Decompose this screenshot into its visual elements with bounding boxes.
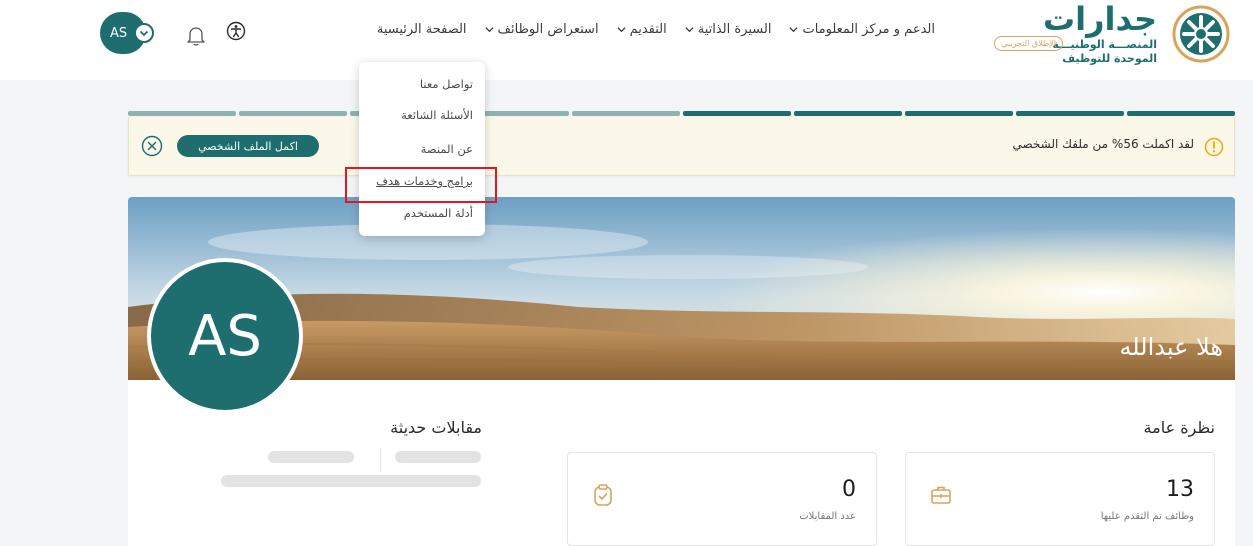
stat-card-applied-jobs[interactable]: 13 وظائف تم التقدم عليها (905, 452, 1215, 546)
logo-subtitle-line2: الموحدة للتوظيف (1062, 52, 1157, 65)
dashboard-content: نظرة عامة مقابلات حديثة 13 وظائف تم التق… (128, 380, 1235, 546)
chevron-down-icon (484, 27, 494, 33)
nav-item-label: استعراض الوظائف (497, 22, 599, 37)
nav-item-label: الدعم و مركز المعلومات (802, 22, 935, 37)
progress-segment (128, 111, 236, 116)
highlight-annotation-box (345, 167, 497, 203)
user-menu-button[interactable]: AS (100, 12, 154, 54)
nav-item-browse-jobs[interactable]: استعراض الوظائف (484, 22, 599, 37)
clipboard-check-icon (594, 484, 612, 506)
profile-name: هلا عبدالله (1119, 333, 1223, 361)
nav-item-label: الصفحة الرئيسية (376, 22, 467, 37)
progress-segment (905, 111, 1013, 116)
stat-card-interviews[interactable]: 0 عدد المقابلات (567, 452, 877, 546)
chevron-down-icon (134, 23, 154, 43)
progress-segment (572, 111, 680, 116)
logo-emblem-icon (1172, 5, 1230, 63)
progress-segment (1016, 111, 1124, 116)
skeleton-placeholder (395, 451, 481, 463)
warning-icon (1204, 137, 1224, 157)
menu-item-faq[interactable]: الأسئلة الشائعة (401, 108, 473, 122)
alert-text: لقد اكملت 56% من ملفك الشخصي (1012, 137, 1194, 151)
skeleton-placeholder (221, 475, 481, 487)
close-icon[interactable] (141, 135, 163, 157)
menu-item-user-guides[interactable]: أدلة المستخدم (404, 206, 473, 220)
accessibility-icon[interactable] (226, 21, 246, 41)
recent-interviews-title: مقابلات حديثة (390, 418, 482, 437)
progress-segment (1127, 111, 1235, 116)
overview-title: نظرة عامة (1143, 418, 1215, 437)
profile-completion-alert: لقد اكملت 56% من ملفك الشخصي اكمل الملف … (128, 117, 1235, 176)
nav-item-label: السيرة الذاتية (697, 22, 772, 37)
nav-item-label: التقديم (629, 22, 667, 37)
logo[interactable]: جدارات المنصـــة الوطنيـــة الموحدة للتو… (981, 0, 1231, 66)
menu-item-contact-us[interactable]: تواصل معنا (420, 77, 473, 91)
logo-subtitle-line1: المنصـــة الوطنيـــة (1052, 38, 1157, 51)
chevron-down-icon (789, 27, 799, 33)
stat-label: وظائف تم التقدم عليها (1100, 511, 1194, 522)
nav-item-cv[interactable]: السيرة الذاتية (685, 22, 772, 37)
chevron-down-icon (685, 27, 694, 33)
briefcase-icon (931, 486, 951, 504)
skeleton-placeholder (268, 451, 354, 463)
nav-item-apply[interactable]: التقديم (616, 22, 667, 37)
stat-label: عدد المقابلات (799, 511, 856, 522)
user-initials: AS (110, 25, 128, 41)
support-dropdown-menu: تواصل معنا الأسئلة الشائعة عن المنصة برا… (359, 62, 485, 236)
divider (380, 448, 381, 472)
nav-item-support[interactable]: الدعم و مركز المعلومات (789, 22, 935, 37)
beta-badge: الإطلاق التجريبي (994, 36, 1063, 51)
bell-icon[interactable] (186, 25, 206, 47)
top-header: جدارات المنصـــة الوطنيـــة الموحدة للتو… (0, 0, 1253, 80)
stat-value: 0 (842, 477, 856, 502)
progress-segment (239, 111, 347, 116)
nav-item-home[interactable]: الصفحة الرئيسية (377, 22, 467, 37)
progress-segment (794, 111, 902, 116)
complete-profile-button[interactable]: اكمل الملف الشخصي (177, 135, 319, 157)
progress-segment (683, 111, 791, 116)
menu-item-about-platform[interactable]: عن المنصة (421, 142, 473, 156)
main-nav: الصفحة الرئيسية استعراض الوظائف التقديم … (377, 22, 935, 37)
chevron-down-icon (616, 27, 626, 33)
profile-progress-bar (128, 111, 1235, 116)
stat-value: 13 (1166, 477, 1194, 502)
logo-title: جدارات (1042, 0, 1157, 38)
profile-avatar: AS (147, 258, 303, 414)
